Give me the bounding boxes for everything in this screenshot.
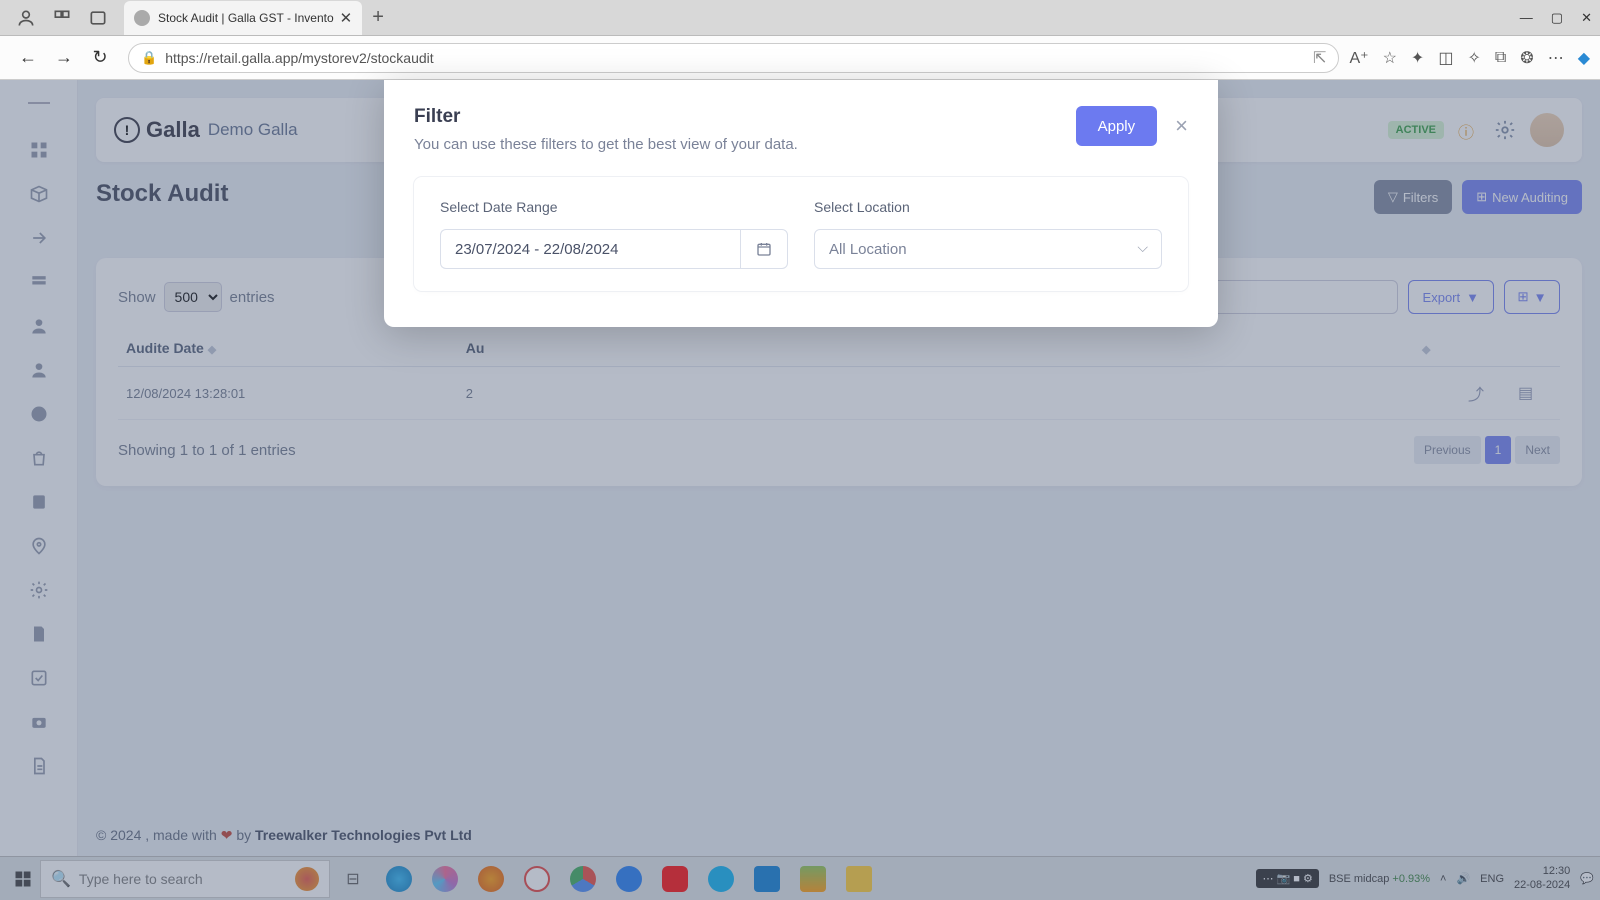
tab-title: Stock Audit | Galla GST - Invento [158, 11, 334, 25]
close-window-button[interactable]: ✕ [1581, 10, 1592, 26]
minimize-button[interactable]: — [1520, 10, 1533, 26]
back-button[interactable]: ← [14, 44, 42, 72]
close-icon[interactable]: × [1175, 113, 1188, 139]
calendar-icon[interactable] [740, 229, 788, 269]
modal-subtitle: You can use these filters to get the bes… [414, 136, 798, 153]
apply-button[interactable]: Apply [1076, 106, 1158, 146]
more-icon[interactable]: ⋯ [1548, 48, 1564, 68]
forward-button[interactable]: → [50, 44, 78, 72]
collections-icon[interactable]: ⧉ [1495, 49, 1506, 67]
page-viewport: ! Galla Demo Galla ACTIVE ⓘ Stock Audit … [0, 80, 1600, 900]
filter-modal: Filter You can use these filters to get … [384, 80, 1218, 327]
copilot-icon[interactable]: ◆ [1578, 48, 1590, 68]
tab-close-icon[interactable]: ✕ [340, 9, 353, 27]
extension-2-icon[interactable]: ❂ [1520, 48, 1533, 68]
split-icon[interactable]: ◫ [1438, 48, 1453, 68]
maximize-button[interactable]: ▢ [1551, 10, 1563, 26]
new-tab-button[interactable]: + [372, 6, 384, 29]
modal-title: Filter [414, 106, 798, 128]
lock-icon: 🔒 [141, 50, 157, 66]
address-bar: ← → ↻ 🔒 https://retail.galla.app/mystore… [0, 36, 1600, 80]
read-aloud-icon[interactable]: A⁺ [1349, 48, 1368, 68]
date-range-input[interactable] [440, 229, 740, 269]
favorites-bar-icon[interactable]: ✧ [1467, 48, 1480, 68]
url-text: https://retail.galla.app/mystorev2/stock… [165, 50, 1313, 66]
reload-button[interactable]: ↻ [86, 44, 114, 72]
url-input[interactable]: 🔒 https://retail.galla.app/mystorev2/sto… [128, 43, 1339, 73]
extensions-icon[interactable]: ✦ [1411, 48, 1424, 68]
favicon [134, 10, 150, 26]
profile-icon[interactable] [16, 8, 36, 28]
open-external-icon[interactable]: ⇱ [1313, 48, 1326, 68]
workspaces-icon[interactable] [52, 8, 72, 28]
location-select[interactable]: All Location [814, 229, 1162, 269]
tab-actions-icon[interactable] [88, 8, 108, 28]
browser-tab-strip: Stock Audit | Galla GST - Invento ✕ + — … [0, 0, 1600, 36]
date-range-label: Select Date Range [440, 199, 788, 215]
favorite-icon[interactable]: ☆ [1383, 48, 1397, 68]
browser-tab[interactable]: Stock Audit | Galla GST - Invento ✕ [124, 1, 362, 35]
location-label: Select Location [814, 199, 1162, 215]
